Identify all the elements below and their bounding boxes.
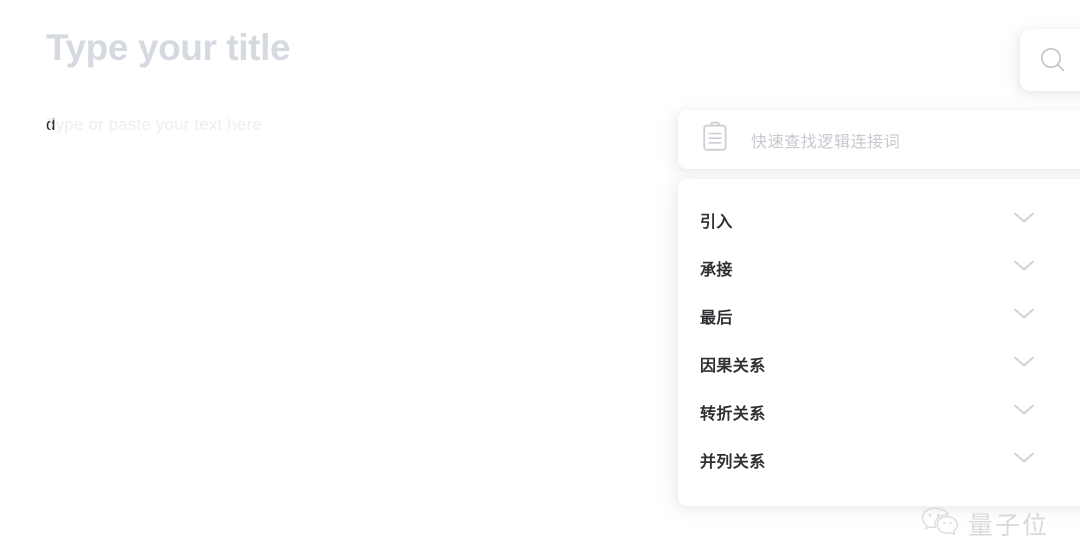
search-icon[interactable] (1038, 45, 1068, 75)
editor-body[interactable]: Type or paste your text here d (46, 115, 262, 141)
watermark: 量子位 (920, 505, 1049, 542)
chevron-down-icon[interactable] (1013, 451, 1035, 469)
list-item-label: 引入 (700, 214, 733, 231)
chevron-down-icon[interactable] (1013, 403, 1035, 421)
panel-divider-gap (678, 169, 1080, 179)
list-item[interactable]: 因果关系 (678, 340, 1080, 388)
chevron-down-icon[interactable] (1013, 355, 1035, 373)
panel-search-box[interactable]: 快速查找逻辑连接词 (678, 110, 1080, 169)
list-item-label: 因果关系 (700, 358, 766, 375)
list-item-label: 转折关系 (700, 406, 766, 423)
editor-title-placeholder[interactable]: Type your title (46, 27, 291, 69)
chevron-down-icon[interactable] (1013, 307, 1035, 325)
list-item[interactable]: 承接 (678, 244, 1080, 292)
app-root: Type your title Type or paste your text … (0, 0, 1080, 556)
wechat-icon (920, 505, 960, 542)
list-item[interactable]: 转折关系 (678, 388, 1080, 436)
panel-search-placeholder: 快速查找逻辑连接词 (751, 133, 901, 151)
list-item-label: 最后 (700, 310, 733, 327)
list-item-label: 承接 (700, 262, 733, 279)
list-item[interactable]: 并列关系 (678, 436, 1080, 484)
list-item[interactable]: 最后 (678, 292, 1080, 340)
search-card[interactable] (1020, 29, 1080, 91)
chevron-down-icon[interactable] (1013, 259, 1035, 277)
chevron-down-icon[interactable] (1013, 211, 1035, 229)
editor-body-placeholder: Type or paste your text here (46, 115, 262, 134)
watermark-text: 量子位 (968, 510, 1050, 540)
clipboard-icon (700, 121, 730, 158)
list-item[interactable]: 引入 (678, 196, 1080, 244)
logic-connector-list: 引入 承接 最后 因果关系 转折关系 并列关系 (678, 179, 1080, 506)
logic-connector-panel: 快速查找逻辑连接词 引入 承接 最后 因果关系 转折关系 并列关系 (678, 110, 1080, 506)
list-item-label: 并列关系 (700, 454, 766, 471)
